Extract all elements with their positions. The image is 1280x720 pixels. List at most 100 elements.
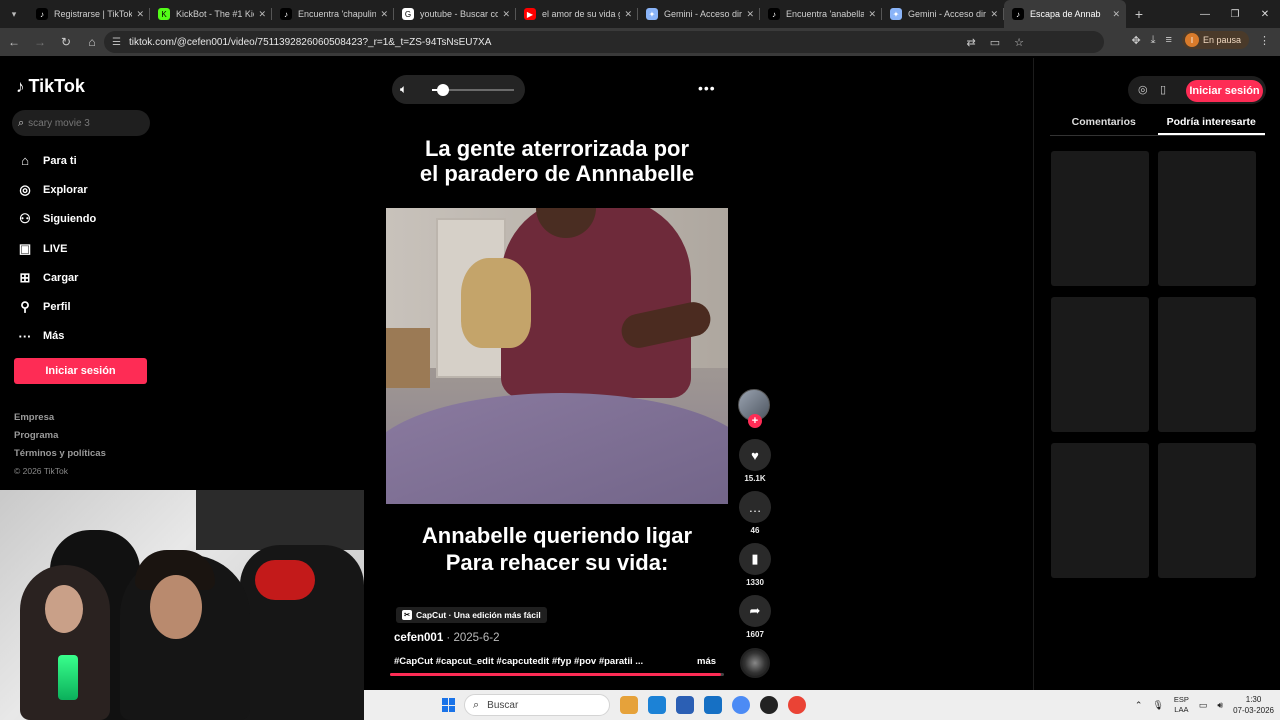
heart-icon[interactable]: ♥ bbox=[739, 439, 771, 471]
comment-icon[interactable]: … bbox=[739, 491, 771, 523]
comment-action[interactable]: … 46 bbox=[739, 491, 771, 535]
system-tray: ⌃ 🎙︎ ESP LAA ▭ 🔊︎ 1:30 07-03-2026 bbox=[1135, 690, 1274, 720]
tab-search-icon[interactable]: ▾ bbox=[0, 0, 28, 28]
suggested-video-placeholder[interactable] bbox=[1051, 297, 1149, 432]
volume-knob[interactable] bbox=[437, 84, 450, 96]
store-icon[interactable] bbox=[676, 696, 694, 714]
tiktok-logo[interactable]: ♪ TikTok bbox=[16, 76, 85, 97]
minimize-icon[interactable]: — bbox=[1190, 0, 1220, 28]
download-icon[interactable]: ⤓ bbox=[1151, 34, 1156, 47]
footer-link-company[interactable]: Empresa bbox=[14, 412, 106, 430]
browser-tab[interactable]: ✦ Gemini - Acceso dire ✕ bbox=[882, 0, 1004, 28]
language-indicator[interactable]: ESP LAA bbox=[1174, 695, 1189, 715]
tab-close-icon[interactable]: ✕ bbox=[1112, 9, 1120, 20]
tray-chevron-icon[interactable]: ⌃ bbox=[1135, 700, 1143, 711]
browser-tab[interactable]: ♪ Encuentra 'anabella ✕ bbox=[760, 0, 882, 28]
extensions-icon[interactable]: ✥ bbox=[1131, 34, 1140, 47]
file-explorer-icon[interactable] bbox=[620, 696, 638, 714]
browser-tab[interactable]: ✦ Gemini - Acceso dire ✕ bbox=[638, 0, 760, 28]
suggested-video-placeholder[interactable] bbox=[1158, 443, 1256, 578]
tab-close-icon[interactable]: ✕ bbox=[868, 9, 876, 20]
sidebar-item[interactable]: ▣ LIVE bbox=[16, 234, 96, 263]
site-info-icon[interactable]: ☰ bbox=[112, 37, 121, 48]
suggested-video-placeholder[interactable] bbox=[1158, 297, 1256, 432]
restore-icon[interactable]: ❐ bbox=[1220, 0, 1250, 28]
tab-close-icon[interactable]: ✕ bbox=[258, 9, 266, 20]
tab-close-icon[interactable]: ✕ bbox=[136, 9, 144, 20]
suggested-video-placeholder[interactable] bbox=[1051, 151, 1149, 286]
browser-tab[interactable]: ♪ Escapa de Annab ✕ bbox=[1004, 0, 1126, 28]
profile-button[interactable]: I En pausa bbox=[1181, 31, 1249, 49]
video-progress-bar[interactable] bbox=[390, 673, 724, 676]
cast-icon[interactable]: ▭ bbox=[990, 36, 1000, 49]
mail-icon[interactable] bbox=[704, 696, 722, 714]
sidebar-item[interactable]: ◎ Explorar bbox=[16, 175, 96, 204]
like-action[interactable]: ♥ 15.1K bbox=[739, 439, 771, 483]
video-player[interactable]: La gente aterrorizada por el paradero de… bbox=[386, 114, 728, 680]
browser-menu-icon[interactable]: ⋮ bbox=[1259, 34, 1270, 47]
search-input[interactable]: ⌕ scary movie 3 bbox=[12, 110, 150, 136]
back-icon[interactable]: ← bbox=[2, 30, 26, 54]
volume-slider[interactable] bbox=[432, 84, 514, 96]
footer-link-terms[interactable]: Términos y políticas bbox=[14, 448, 106, 466]
close-window-icon[interactable]: ✕ bbox=[1250, 0, 1280, 28]
share-icon[interactable]: ➦ bbox=[739, 595, 771, 627]
speaker-icon[interactable]: 🔊︎ bbox=[1217, 700, 1223, 711]
reload-icon[interactable]: ↻ bbox=[54, 30, 78, 54]
browser-tab[interactable]: Gyoutube - Buscar con ✕ bbox=[394, 0, 516, 28]
edge-icon[interactable] bbox=[648, 696, 666, 714]
save-action[interactable]: ▮ 1330 bbox=[739, 543, 771, 587]
tab-favicon-icon: ♪ bbox=[768, 8, 780, 20]
compass-icon[interactable]: ◎ bbox=[1138, 83, 1148, 96]
sidebar-item[interactable]: ⊞ Cargar bbox=[16, 263, 96, 292]
browser-tab[interactable]: K KickBot - The #1 Kick ✕ bbox=[150, 0, 272, 28]
browser-tab[interactable]: ▶ el amor de su vida g ✕ bbox=[516, 0, 638, 28]
clock[interactable]: 1:30 07-03-2026 bbox=[1233, 694, 1274, 716]
bookmark-icon[interactable]: ▮ bbox=[739, 543, 771, 575]
windows-taskbar: ⌕ Buscar ⌃ 🎙︎ ESP LAA ▭ 🔊︎ 1:30 07-03-20… bbox=[364, 690, 1280, 720]
suggested-video-placeholder[interactable] bbox=[1158, 151, 1256, 286]
bookmark-star-icon[interactable]: ☆ bbox=[1014, 36, 1024, 49]
sidebar-item[interactable]: ⚇ Siguiendo bbox=[16, 205, 96, 234]
obs-icon[interactable] bbox=[760, 696, 778, 714]
browser-tab[interactable]: ♪ Registrarse | TikTok ✕ bbox=[28, 0, 150, 28]
mic-icon[interactable]: 🎙︎ bbox=[1152, 700, 1163, 711]
hashtags[interactable]: #CapCut #capcut_edit #capcutedit #fyp #p… bbox=[394, 656, 656, 667]
share-action[interactable]: ➦ 1607 bbox=[739, 595, 771, 639]
chrome-profile-icon[interactable] bbox=[788, 696, 806, 714]
volume-icon[interactable]: 🔈︎ bbox=[400, 82, 407, 97]
more-description-link[interactable]: más bbox=[697, 656, 716, 667]
media-control-icon[interactable]: ≡ bbox=[1166, 34, 1172, 46]
sidebar-item[interactable]: ··· Más bbox=[16, 322, 96, 351]
network-icon[interactable]: ▭ bbox=[1199, 700, 1208, 711]
home-icon[interactable]: ⌂ bbox=[80, 30, 104, 54]
suggested-video-placeholder[interactable] bbox=[1051, 443, 1149, 578]
tab-close-icon[interactable]: ✕ bbox=[502, 9, 510, 20]
forward-icon[interactable]: → bbox=[28, 30, 52, 54]
video-author[interactable]: cefen001 · 2025-6-2 bbox=[394, 632, 500, 644]
more-options-icon[interactable]: ••• bbox=[698, 80, 716, 96]
tab-comments[interactable]: Comentarios bbox=[1050, 110, 1158, 135]
follow-plus-icon[interactable]: + bbox=[748, 414, 762, 428]
sidebar-item[interactable]: ⌂ Para ti bbox=[16, 146, 96, 175]
music-disc-icon[interactable] bbox=[740, 648, 770, 678]
footer-link-program[interactable]: Programa bbox=[14, 430, 106, 448]
address-bar[interactable]: ☰ tiktok.com/@cefen001/video/75113928260… bbox=[104, 31, 1104, 53]
tab-close-icon[interactable]: ✕ bbox=[380, 9, 388, 20]
sidebar-item[interactable]: ⚲ Perfil bbox=[16, 292, 96, 321]
tab-close-icon[interactable]: ✕ bbox=[746, 9, 754, 20]
browser-tab[interactable]: ♪ Encuentra 'chapulin' ✕ bbox=[272, 0, 394, 28]
tab-suggested[interactable]: Podría interesarte bbox=[1157, 110, 1265, 135]
new-tab-button[interactable]: + bbox=[1126, 6, 1152, 22]
frame-doll bbox=[461, 258, 531, 348]
translate-icon[interactable]: ⇄ bbox=[967, 36, 976, 49]
capcut-badge[interactable]: ✂ CapCut · Una edición más fácil bbox=[396, 607, 547, 623]
chrome-icon[interactable] bbox=[732, 696, 750, 714]
windows-start-icon[interactable] bbox=[442, 698, 456, 712]
device-icon[interactable]: ▯ bbox=[1160, 83, 1166, 96]
tab-close-icon[interactable]: ✕ bbox=[990, 9, 998, 20]
taskbar-search[interactable]: ⌕ Buscar bbox=[464, 694, 610, 716]
header-login-button[interactable]: Iniciar sesión bbox=[1186, 80, 1263, 102]
sidebar-login-button[interactable]: Iniciar sesión bbox=[14, 358, 147, 384]
tab-close-icon[interactable]: ✕ bbox=[624, 9, 632, 20]
